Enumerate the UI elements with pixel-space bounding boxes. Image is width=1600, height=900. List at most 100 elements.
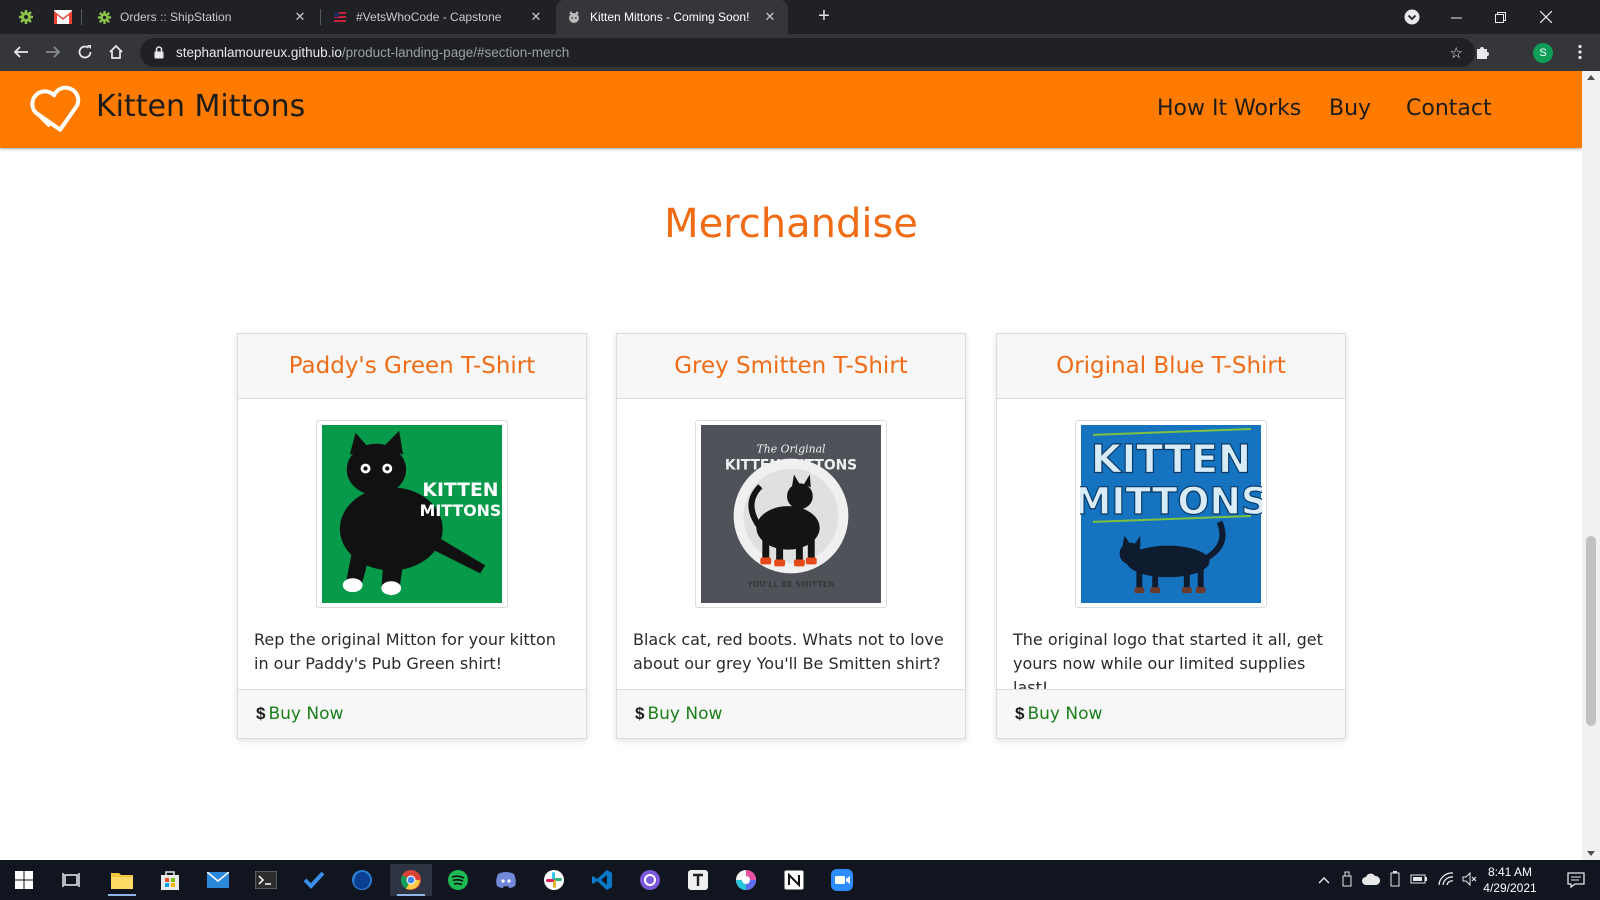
system-tray bbox=[1318, 860, 1478, 900]
reload-button[interactable] bbox=[70, 37, 100, 67]
store-icon bbox=[161, 871, 179, 890]
kebab-menu-icon bbox=[1578, 44, 1582, 60]
taskbar-spotify[interactable] bbox=[440, 864, 476, 896]
page-scrollbar[interactable] bbox=[1582, 71, 1600, 860]
url-host: stephanlamoureux.github.io bbox=[176, 45, 342, 60]
product-card-blue: Original Blue T-Shirt KITTEN MITTONS The… bbox=[996, 333, 1346, 739]
arrow-left-icon bbox=[13, 46, 28, 58]
slack-icon bbox=[544, 870, 564, 890]
chrome-icon bbox=[400, 870, 421, 890]
image-text: MITTONS bbox=[420, 501, 502, 520]
dollar-icon: $ bbox=[635, 704, 645, 723]
image-text: KITTEN bbox=[1091, 436, 1251, 482]
home-icon bbox=[109, 44, 123, 59]
close-tab-icon[interactable]: ✕ bbox=[762, 9, 778, 25]
buy-now-link[interactable]: Buy Now bbox=[647, 704, 722, 724]
taskbar-mail[interactable] bbox=[200, 864, 236, 896]
scroll-down-arrow-icon[interactable] bbox=[1587, 851, 1595, 856]
product-name: Original Blue T-Shirt bbox=[997, 334, 1345, 399]
buy-now-link[interactable]: Buy Now bbox=[268, 704, 343, 724]
chevron-up-icon[interactable] bbox=[1318, 873, 1330, 887]
brand-name[interactable]: Kitten Mittons bbox=[96, 89, 305, 124]
battery-icon[interactable] bbox=[1390, 870, 1400, 890]
dollar-icon: $ bbox=[256, 704, 266, 723]
minimize-icon bbox=[1450, 17, 1462, 18]
taskbar-clock[interactable]: 8:41 AM 4/29/2021 bbox=[1474, 864, 1546, 896]
pinned-tab-settings[interactable] bbox=[11, 0, 41, 34]
start-button[interactable] bbox=[6, 864, 42, 896]
taskbar-todo[interactable] bbox=[296, 864, 332, 896]
clock-date: 4/29/2021 bbox=[1483, 881, 1537, 895]
vetswhocode-icon bbox=[332, 9, 348, 25]
taskbar-slack[interactable] bbox=[536, 864, 572, 896]
taskbar-app-swirl[interactable] bbox=[728, 864, 764, 896]
restore-button[interactable] bbox=[1477, 0, 1523, 34]
gmail-icon bbox=[54, 10, 72, 24]
swirl-app-icon bbox=[736, 870, 756, 890]
new-tab-button[interactable]: + bbox=[812, 5, 836, 29]
taskbar-typora[interactable] bbox=[680, 864, 716, 896]
address-bar[interactable]: stephanlamoureux.github.io/product-landi… bbox=[140, 38, 1475, 67]
task-view-button[interactable] bbox=[53, 864, 89, 896]
arrow-right-icon bbox=[46, 46, 61, 58]
image-text: KITTEN bbox=[422, 480, 498, 501]
back-button[interactable] bbox=[6, 37, 36, 67]
close-window-button[interactable] bbox=[1523, 0, 1569, 34]
scrollbar-thumb[interactable] bbox=[1586, 536, 1596, 726]
blue-shirt-image: KITTEN MITTONS bbox=[1080, 425, 1262, 603]
tab-title: #VetsWhoCode - Capstone bbox=[356, 10, 502, 24]
minimize-button[interactable] bbox=[1433, 0, 1479, 34]
browser-menu-button[interactable] bbox=[1565, 37, 1595, 67]
taskbar-terminal[interactable] bbox=[248, 864, 284, 896]
tab-kitten-mittons[interactable]: Kitten Mittons - Coming Soon! ✕ bbox=[556, 0, 788, 34]
taskbar-app-purple[interactable] bbox=[632, 864, 668, 896]
profile-avatar[interactable]: S bbox=[1533, 43, 1553, 63]
lock-icon[interactable] bbox=[152, 46, 166, 60]
home-button[interactable] bbox=[101, 37, 131, 67]
image-text: YOU'LL BE SMITTEN bbox=[746, 580, 835, 589]
nav-how-it-works[interactable]: How It Works bbox=[1157, 96, 1301, 121]
taskbar-file-explorer[interactable] bbox=[104, 864, 140, 896]
discord-icon bbox=[496, 872, 516, 888]
mail-icon bbox=[207, 872, 229, 888]
taskbar-store[interactable] bbox=[152, 864, 188, 896]
notification-center-button[interactable] bbox=[1558, 864, 1594, 896]
tab-shipstation[interactable]: Orders :: ShipStation ✕ bbox=[86, 0, 318, 34]
forward-button[interactable] bbox=[38, 37, 68, 67]
power-plug-icon[interactable] bbox=[1410, 873, 1428, 888]
spotify-icon bbox=[448, 870, 468, 890]
chevron-down-circle-icon bbox=[1404, 9, 1420, 25]
bookmark-star-icon[interactable]: ☆ bbox=[1450, 44, 1463, 62]
taskbar-zoom[interactable] bbox=[824, 864, 860, 896]
wifi-icon[interactable] bbox=[1438, 871, 1454, 889]
clock-time: 8:41 AM bbox=[1487, 865, 1533, 879]
extensions-button[interactable] bbox=[1468, 37, 1498, 67]
tab-search-button[interactable] bbox=[1389, 0, 1435, 34]
scroll-up-arrow-icon[interactable] bbox=[1587, 75, 1595, 80]
nav-buy[interactable]: Buy bbox=[1329, 96, 1371, 121]
product-name: Paddy's Green T-Shirt bbox=[238, 334, 586, 399]
taskbar-firefox[interactable] bbox=[344, 864, 380, 896]
heart-logo-icon[interactable] bbox=[30, 82, 84, 136]
taskbar-chrome[interactable] bbox=[390, 864, 432, 896]
buy-now-link[interactable]: Buy Now bbox=[1027, 704, 1102, 724]
close-tab-icon[interactable]: ✕ bbox=[292, 9, 308, 25]
pinned-tab-gmail[interactable] bbox=[48, 0, 78, 34]
onedrive-cloud-icon[interactable] bbox=[1362, 873, 1381, 888]
image-text: MITTONS bbox=[1080, 479, 1262, 523]
profile-initial: S bbox=[1539, 47, 1547, 59]
task-view-icon bbox=[62, 873, 80, 887]
puzzle-icon bbox=[1477, 47, 1489, 59]
windows-logo-icon bbox=[15, 871, 33, 889]
product-image-frame: The Original KITTEN MITTONS YOU'LL BE SM… bbox=[695, 420, 887, 608]
url-path: /product-landing-page/#section-merch bbox=[341, 45, 570, 60]
taskbar-vscode[interactable] bbox=[584, 864, 620, 896]
section-title: Merchandise bbox=[664, 201, 918, 247]
url-text: stephanlamoureux.github.io/product-landi… bbox=[176, 45, 569, 60]
tab-vetswhocode[interactable]: #VetsWhoCode - Capstone ✕ bbox=[322, 0, 554, 34]
usb-icon[interactable] bbox=[1342, 871, 1352, 890]
taskbar-notion[interactable] bbox=[776, 864, 812, 896]
taskbar-discord[interactable] bbox=[488, 864, 524, 896]
close-tab-icon[interactable]: ✕ bbox=[528, 9, 544, 25]
nav-contact[interactable]: Contact bbox=[1406, 96, 1492, 121]
